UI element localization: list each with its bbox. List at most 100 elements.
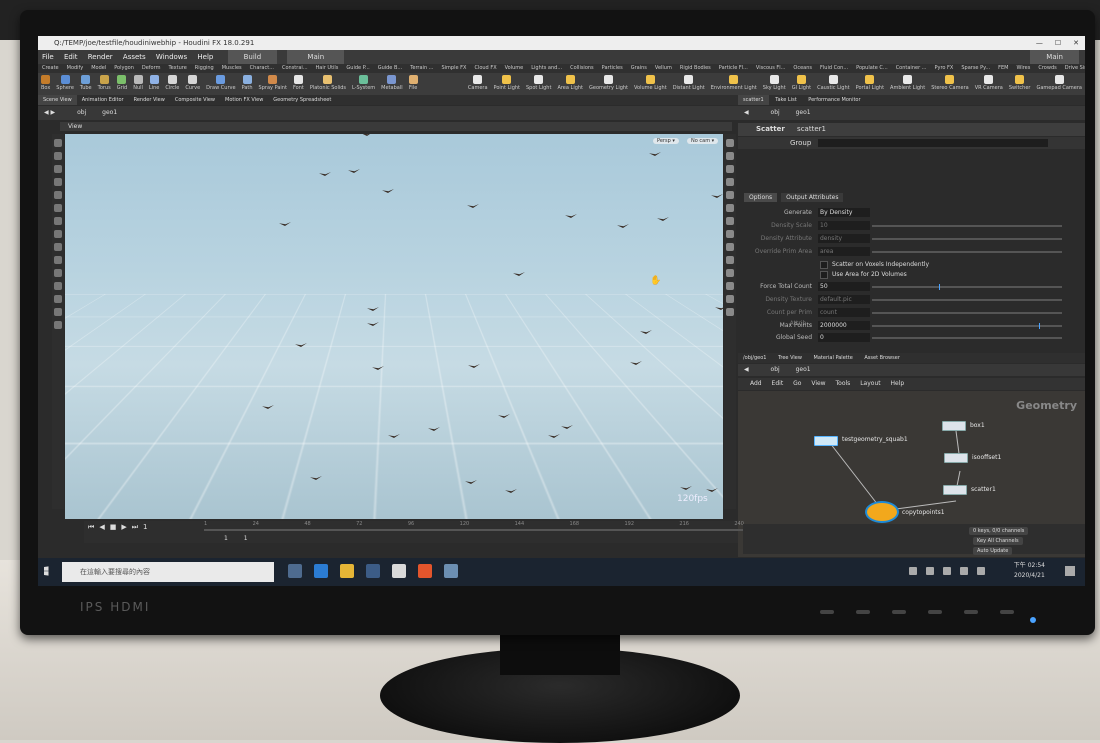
menu-assets[interactable]: Assets <box>119 50 150 64</box>
shelf-tab[interactable]: Simple FX <box>437 64 470 73</box>
param-value-field[interactable]: 0 <box>818 333 870 342</box>
param-checkbox[interactable] <box>820 261 828 269</box>
tab-options[interactable]: Options <box>744 193 778 202</box>
windows-start-icon[interactable] <box>44 566 49 576</box>
shelf-tool-area-light[interactable]: Area Light <box>557 73 583 95</box>
shelf-tab[interactable]: Rigid Bodies <box>676 64 715 73</box>
shelf-tab[interactable]: Guide P... <box>342 64 373 73</box>
stop-icon[interactable]: ■ <box>110 523 117 532</box>
group-field[interactable] <box>818 139 1048 147</box>
key-all-channels-button[interactable]: Key All Channels <box>973 537 1023 545</box>
display-option-icon[interactable] <box>726 204 734 212</box>
display-option-icon[interactable] <box>726 165 734 173</box>
snap-tool-icon[interactable] <box>54 230 62 238</box>
main-selector-right[interactable]: Main <box>1030 50 1079 64</box>
param-slider[interactable] <box>872 323 1062 329</box>
houdini-app-icon[interactable] <box>418 564 432 578</box>
shelf-tool-spot-light[interactable]: Spot Light <box>526 73 551 95</box>
shelf-tool-camera[interactable]: Camera <box>468 73 488 95</box>
param-slider[interactable] <box>872 337 1062 339</box>
camera-tool-icon[interactable] <box>54 295 62 303</box>
shelf-tab[interactable]: Guide B... <box>374 64 406 73</box>
net-menu-go[interactable]: Go <box>789 378 805 390</box>
notification-icon[interactable] <box>1065 566 1075 576</box>
handle-tool-icon[interactable] <box>54 191 62 199</box>
menu-windows[interactable]: Windows <box>152 50 191 64</box>
scale-tool-icon[interactable] <box>54 178 62 186</box>
shelf-tool-gi-light[interactable]: GI Light <box>792 73 811 95</box>
shelf-tool-circle[interactable]: Circle <box>165 73 179 95</box>
close-icon[interactable]: ✕ <box>1073 36 1079 50</box>
tab-asset-browser[interactable]: Asset Browser <box>859 353 905 363</box>
shelf-tool-caustic-light[interactable]: Caustic Light <box>817 73 850 95</box>
shelf-tool-vr-camera[interactable]: VR Camera <box>975 73 1003 95</box>
display-option-icon[interactable] <box>726 230 734 238</box>
shelf-tool-line[interactable]: Line <box>149 73 159 95</box>
monitor-buttons[interactable] <box>820 610 1014 614</box>
monitor-button[interactable] <box>964 610 978 614</box>
shelf-tool-l-system[interactable]: L-System <box>352 73 375 95</box>
lasso-tool-icon[interactable] <box>54 256 62 264</box>
display-option-icon[interactable] <box>726 308 734 316</box>
display-option-icon[interactable] <box>726 178 734 186</box>
shelf-tab[interactable]: Constrai... <box>278 64 312 73</box>
move-tool-icon[interactable] <box>54 152 62 160</box>
shelf-tab[interactable]: Cloud FX <box>470 64 500 73</box>
display-option-icon[interactable] <box>726 217 734 225</box>
param-slider[interactable] <box>872 238 1062 240</box>
shelf-tool-sky-light[interactable]: Sky Light <box>763 73 786 95</box>
magnet-tool-icon[interactable] <box>54 243 62 251</box>
net-menu-layout[interactable]: Layout <box>856 378 884 390</box>
viewer-tab[interactable]: Geometry Spreadsheet <box>268 95 336 105</box>
path-obj[interactable]: obj <box>771 109 780 116</box>
play-icon[interactable]: ▶ <box>121 523 126 532</box>
path-geo[interactable]: geo1 <box>796 109 811 116</box>
monitor-button[interactable] <box>1000 610 1014 614</box>
persp-button[interactable]: Persp ▾ <box>653 138 679 144</box>
shelf-tab[interactable]: Lights and... <box>527 64 566 73</box>
shelf-tool-point-light[interactable]: Point Light <box>494 73 520 95</box>
camera-button[interactable]: No cam ▾ <box>687 138 719 144</box>
desktop-selector[interactable]: Build <box>227 50 278 64</box>
shelf-tool-distant-light[interactable]: Distant Light <box>673 73 705 95</box>
net-menu-view[interactable]: View <box>807 378 829 390</box>
shelf-tab[interactable]: Populate C... <box>852 64 892 73</box>
shelf-tool-switcher[interactable]: Switcher <box>1009 73 1030 95</box>
select-tool-icon[interactable] <box>54 139 62 147</box>
shelf-tab[interactable]: Polygon <box>110 64 138 73</box>
shelf-tool-spray-paint[interactable]: Spray Paint <box>259 73 287 95</box>
view-tool-icon[interactable] <box>54 217 62 225</box>
light-tool-icon[interactable] <box>54 308 62 316</box>
maximize-icon[interactable]: ☐ <box>1055 36 1061 50</box>
param-value-field[interactable]: count <box>818 308 870 317</box>
shelf-tool-draw-curve[interactable]: Draw Curve <box>206 73 236 95</box>
shelf-tool-portal-light[interactable]: Portal Light <box>856 73 884 95</box>
shelf-tab[interactable]: Crowds <box>1034 64 1060 73</box>
param-checkbox[interactable] <box>820 271 828 279</box>
shelf-tool-volume-light[interactable]: Volume Light <box>634 73 667 95</box>
param-slider[interactable] <box>872 251 1062 253</box>
shelf-tab[interactable]: Model <box>87 64 110 73</box>
shelf-tab[interactable]: Hair Utils <box>312 64 343 73</box>
shelf-tab[interactable]: Rigging <box>191 64 218 73</box>
display-option-icon[interactable] <box>726 295 734 303</box>
menu-help[interactable]: Help <box>193 50 217 64</box>
shelf-tool-grid[interactable]: Grid <box>117 73 127 95</box>
param-value-field[interactable]: By Density <box>818 208 870 217</box>
shelf-tab[interactable]: Pyro FX <box>930 64 957 73</box>
tab-take-list[interactable]: Take List <box>770 95 801 105</box>
shelf-tool-stereo-camera[interactable]: Stereo Camera <box>931 73 969 95</box>
range-start-field[interactable]: 1 <box>224 535 228 542</box>
shelf-tool-font[interactable]: Font <box>293 73 304 95</box>
app-icon[interactable] <box>444 564 458 578</box>
main-selector[interactable]: Main <box>287 50 345 64</box>
display-option-icon[interactable] <box>726 191 734 199</box>
node-box[interactable] <box>942 421 966 431</box>
tab-output-attributes[interactable]: Output Attributes <box>781 193 844 202</box>
minimize-icon[interactable]: — <box>1036 36 1043 50</box>
shelf-tab[interactable]: Terrain ... <box>406 64 437 73</box>
node-copytopoints[interactable] <box>865 501 899 523</box>
param-slider-knob[interactable] <box>938 284 940 290</box>
display-option-icon[interactable] <box>726 269 734 277</box>
shelf-tab[interactable]: Grains <box>627 64 651 73</box>
